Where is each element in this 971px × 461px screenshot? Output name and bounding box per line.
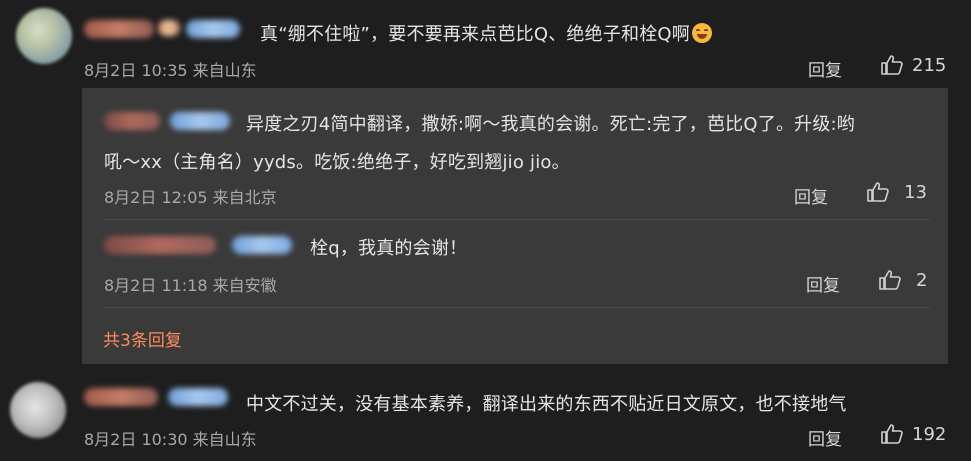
hugging-face-emoji-icon [691,23,712,43]
like-count: 192 [912,423,947,445]
avatar[interactable] [10,382,66,438]
reply-text-line-1: 异度之刃4简中翻译，撒娇:啊～我真的会谢。死亡:完了，芭比Q了。升级:哟 [246,114,856,135]
reply-text: 栓q，我真的会谢！ [310,238,468,259]
user-badge-blurred [186,20,240,38]
username-blurred[interactable] [84,388,158,406]
username-blurred[interactable] [104,112,160,130]
comment-text: 真“绷不住啦”，要不要再来点芭比Q、绝绝子和栓Q啊 [260,20,712,46]
avatar[interactable] [16,8,72,64]
thumbs-up-icon [878,269,902,291]
comment-text: 中文不过关，没有基本素养，翻译出来的东西不贴近日文原文，也不接地气 [246,394,847,415]
username-blurred[interactable] [104,236,216,254]
user-badge-blurred [158,20,180,36]
like-count: 2 [916,269,928,291]
reply-button[interactable]: 回复 [808,56,842,81]
like-button[interactable]: 13 [866,181,927,203]
reply-text-line-2: 吼～xx（主角名）yyds。吃饭:绝绝子，好吃到翘jio jio。 [104,152,570,173]
reply-button[interactable]: 回复 [794,183,828,208]
reply-meta: 8月2日 12:05 来自北京 [104,188,277,207]
reply-button[interactable]: 回复 [808,425,842,450]
thumbs-up-icon [880,423,904,445]
user-badge-blurred [168,388,228,406]
like-button[interactable]: 2 [878,269,927,291]
like-count: 215 [912,54,947,76]
comment-meta: 8月2日 10:35 来自山东 [84,61,257,80]
like-button[interactable]: 215 [880,54,946,76]
like-count: 13 [904,181,927,203]
reply-button[interactable]: 回复 [806,271,840,296]
reply-meta: 8月2日 11:18 来自安徽 [104,276,277,295]
reply-divider [104,219,930,220]
like-button[interactable]: 192 [880,423,946,445]
user-badge-blurred [170,112,230,130]
more-replies-link[interactable]: 共3条回复 [103,326,182,351]
user-badge-blurred [232,236,292,254]
reply-divider [104,307,930,308]
thumbs-up-icon [880,54,904,76]
username-blurred[interactable] [84,20,154,38]
thumbs-up-icon [866,181,890,203]
comment-meta: 8月2日 10:30 来自山东 [84,430,257,449]
